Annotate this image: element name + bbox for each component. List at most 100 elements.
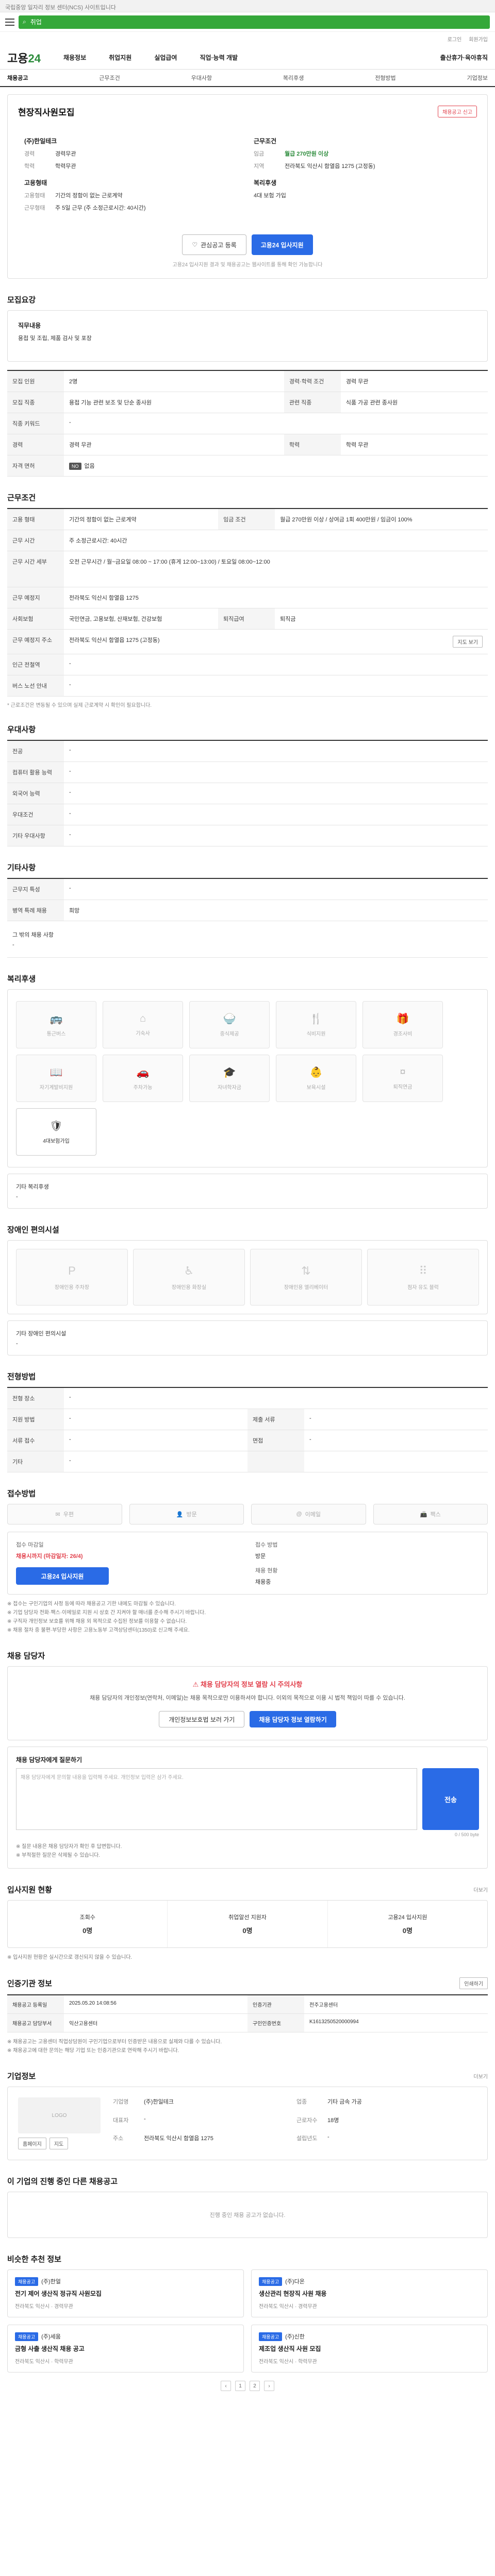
qa-send-button[interactable]: 전송	[422, 1768, 479, 1830]
welfare-item: 🍴 식비지원	[276, 1001, 356, 1048]
stat-label: 조회수	[79, 1914, 95, 1921]
baby-icon: 👶	[309, 1067, 323, 1078]
apply-button-2[interactable]: 고용24 입사지원	[16, 1567, 109, 1585]
privacy-law-button[interactable]: 개인정보보호법 보러 가기	[159, 1711, 245, 1727]
welfare-label: 4대보험가입	[43, 1139, 70, 1144]
fax-icon: 📠	[420, 1511, 427, 1518]
method-row: ✉ 우편 👤 방문 @ 이메일 📠 팩스	[7, 1504, 488, 1524]
qa-textarea[interactable]: 채용 담당자에게 문의할 내용을 입력해 주세요. 개인정보 입력은 삼가 주세…	[16, 1768, 417, 1830]
company-map-button[interactable]: 지도	[49, 2138, 69, 2149]
menu-icon[interactable]	[5, 18, 14, 26]
apply-box: 접수 마감일 채용시까지 (마감일자: 26/4) 고용24 입사지원 접수 방…	[7, 1532, 488, 1595]
apply-button[interactable]: 고용24 입사지원	[251, 234, 313, 255]
selection-heading: 전형방법	[7, 1372, 36, 1381]
tab-company[interactable]: 기업정보	[467, 74, 487, 82]
method-label: 팩스	[430, 1512, 441, 1518]
section-tabs: 채용공고 근무조건 우대사항 복리후생 전형방법 기업정보	[0, 70, 495, 87]
stats-more-link[interactable]: 더보기	[473, 1886, 488, 1893]
apply-notice: 고용24 입사지원 결과 및 채용공고는 웹사이트를 통해 확인 가능합니다	[172, 262, 323, 268]
join-link[interactable]: 회원가입	[469, 35, 488, 43]
tab-welfare[interactable]: 복리후생	[283, 74, 304, 82]
company-name: (주)한일테크	[24, 138, 57, 145]
job-card-meta: 전라북도 익산시 · 경력무관	[259, 2304, 317, 2310]
job-badge: 채용공고	[15, 2332, 39, 2341]
apply-bullets: ※ 접수는 구인기업의 사정 등에 따라 채용공고 기한 내에도 마감될 수 있…	[7, 1601, 206, 1633]
similar-job-card[interactable]: 채용공고 (주)세움 금형 사출 생산직 채용 공고 전라북도 익산시 · 학력무관	[7, 2325, 244, 2372]
welfare-item: 🎓 자녀학자금	[189, 1055, 270, 1102]
page-button[interactable]: 1	[235, 2381, 245, 2391]
method-2: @ 이메일	[251, 1504, 366, 1524]
similar-job-card[interactable]: 채용공고 (주)다온 생산관리 현장직 사원 채용 전라북도 익산시 · 경력무관	[251, 2269, 488, 2317]
tab-recruit[interactable]: 채용공고	[7, 74, 28, 82]
exp-label: 경력	[24, 151, 35, 157]
other-jobs-empty: 진행 중인 채용 공고가 없습니다.	[7, 2192, 488, 2238]
gnb-jobs[interactable]: 채용정보	[63, 53, 86, 62]
logo[interactable]: 고용24	[7, 49, 41, 66]
login-link[interactable]: 로그인	[448, 35, 462, 43]
elevator-icon: ⇅	[301, 1264, 311, 1277]
job-title: 현장직사원모집	[18, 108, 75, 117]
selection-section: 전형방법 전형 장소 - 지원 방법 - 제출 서류 - 서류 접수 - 면접 - 기타 -	[7, 1371, 488, 1472]
welfare-summary-title: 복리후생	[254, 179, 277, 187]
similar-heading: 비슷한 추천 정보	[7, 2255, 61, 2264]
welfare-item: ⌂ 기숙사	[103, 1001, 183, 1048]
search-value: 취업	[30, 19, 42, 26]
prefer-table: 전공 - 컴퓨터 활용 능력 - 외국어 능력 - 우대조건 - 기타 우대사항 -	[7, 740, 488, 846]
print-button[interactable]: 인쇄하기	[459, 1977, 488, 1989]
welfare-label: 보육시설	[306, 1085, 326, 1091]
homepage-button[interactable]: 홈페이지	[18, 2138, 46, 2149]
disability-heading: 장애인 편의시설	[7, 1226, 59, 1234]
warn-desc: 채용 담당자의 개인정보(연락처, 이메일)는 채용 목적으로만 이용하셔야 합…	[90, 1695, 405, 1701]
tab-conditions[interactable]: 근무조건	[99, 74, 120, 82]
gnb-support[interactable]: 취업지원	[109, 53, 131, 62]
page-button[interactable]: ›	[264, 2381, 274, 2391]
welfare-item: 🎁 경조사비	[362, 1001, 443, 1048]
tab-prefer[interactable]: 우대사항	[191, 74, 212, 82]
scrap-button[interactable]: ♡ 관심공고 등록	[182, 234, 246, 255]
company-logo: LOGO	[18, 2097, 101, 2133]
qa-box: 채용 담당자에게 질문하기 채용 담당자에게 문의할 내용을 입력해 주세요. …	[7, 1747, 488, 1869]
etc-section: 기타사항 근무지 특성 - 병역 특례 채용 희망 그 밖의 채용 사항 -	[7, 862, 488, 958]
company-field: 근로자수 18명	[296, 2117, 339, 2124]
welfare-label: 식비지원	[306, 1031, 326, 1037]
map-button[interactable]: 지도 보기	[453, 636, 483, 648]
tab-selection[interactable]: 전형방법	[375, 74, 395, 82]
similar-job-card[interactable]: 채용공고 (주)한얼 전기 제어 생산직 정규직 사원모집 전라북도 익산시 · 경력…	[7, 2269, 244, 2317]
job-company: (주)다온	[285, 2279, 305, 2285]
bus-icon: 🚌	[50, 1013, 63, 1025]
welfare-item: ¤ 퇴직연금	[362, 1055, 443, 1102]
etc-other-value: -	[12, 942, 14, 948]
welfare-item: 📖 자기계발비지원	[16, 1055, 96, 1102]
company-more-link[interactable]: 더보기	[473, 2072, 488, 2080]
dis-other-label: 기타 장애인 편의시설	[16, 1331, 67, 1337]
work-value: 주 5일 근무 (주 소정근로시간: 40시간)	[55, 205, 146, 211]
contact-section: 채용 담당자 ⚠ 채용 담당자의 정보 열람 시 주의사항 채용 담당자의 개인…	[7, 1650, 488, 1869]
edu-label: 학력	[24, 163, 35, 170]
view-contact-button[interactable]: 채용 담당자 정보 열람하기	[250, 1711, 336, 1727]
method-label: 우편	[63, 1512, 74, 1518]
job-card-title: 생산관리 현장직 사원 채용	[259, 2290, 327, 2297]
search-input[interactable]: ⌕ 취업	[19, 15, 490, 29]
gnb-unemployment[interactable]: 실업급여	[154, 53, 177, 62]
logo-text: 고용	[7, 52, 28, 65]
manage-heading: 인증기관 정보	[7, 1979, 52, 1988]
dis-braille: ⠿ 점자 유도 블럭	[367, 1249, 479, 1306]
gift-icon: 🎁	[396, 1013, 409, 1025]
similar-job-card[interactable]: 채용공고 (주)신한 제조업 생산직 사원 모집 전라북도 익산시 · 학력무관	[251, 2325, 488, 2372]
report-button[interactable]: 채용공고 신고	[438, 106, 477, 117]
page-button[interactable]: ‹	[221, 2381, 231, 2391]
company-field: 기업명 (주)한일테크	[113, 2099, 174, 2105]
page-button[interactable]: 2	[250, 2381, 260, 2391]
job-card-title: 제조업 생산직 사원 모집	[259, 2345, 321, 2352]
gnb-leave[interactable]: 출산휴가·육아휴직	[440, 53, 488, 62]
dis-elevator: ⇅ 장애인용 엘리베이터	[250, 1249, 362, 1306]
fork-icon: 🍴	[309, 1013, 323, 1025]
deadline-label: 접수 마감일	[16, 1542, 44, 1548]
apply-method-section: 접수방법 ✉ 우편 👤 방문 @ 이메일 📠 팩스 접수 마감일 채용시까지 (마감일자: 2…	[7, 1488, 488, 1635]
global-nav: 고용24 채용정보 취업지원 실업급여 직업·능력 개발 출산휴가·육아휴직	[0, 46, 495, 70]
duty-heading: 직무내용	[18, 322, 41, 329]
warn-title: 채용 담당자의 정보 열람 시 주의사항	[200, 1681, 303, 1688]
job-badge: 채용공고	[15, 2277, 39, 2286]
coin-icon: ¤	[400, 1066, 406, 1078]
gnb-training[interactable]: 직업·능력 개발	[200, 53, 238, 62]
